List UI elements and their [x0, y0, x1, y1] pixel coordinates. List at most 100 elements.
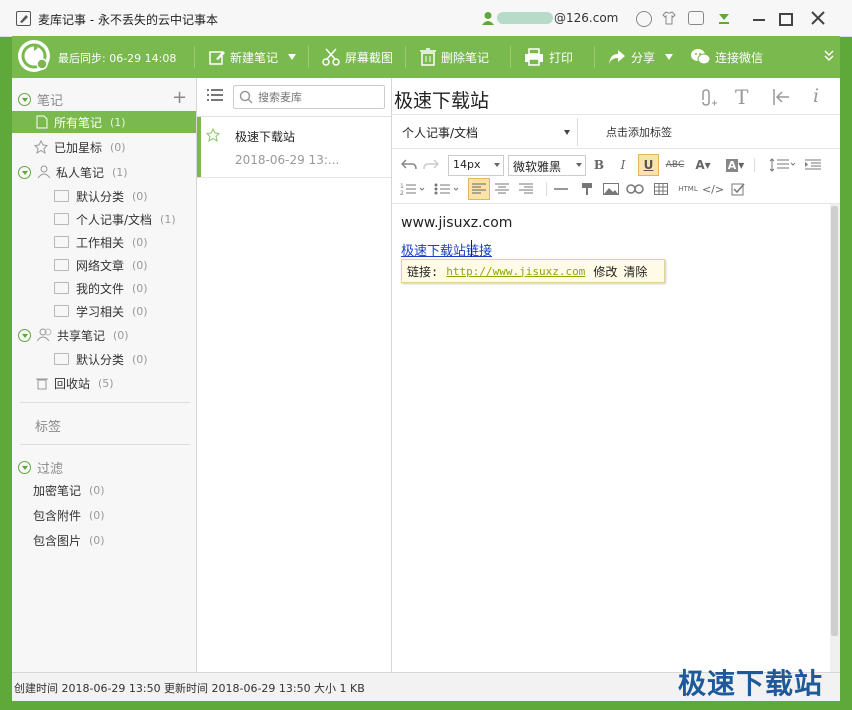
download-icon[interactable]	[717, 12, 731, 26]
print-button[interactable]: 打印	[524, 36, 573, 78]
divider	[20, 402, 190, 403]
editor-pane: 极速下载站 T i 个人记事/文档 点击添加标签 14px 微软雅黑 B I U…	[392, 78, 840, 672]
add-notebook-icon[interactable]: +	[172, 89, 187, 107]
trash-icon	[36, 378, 48, 390]
connect-wechat-button[interactable]: 连接微信	[690, 36, 763, 78]
share-dropdown-icon[interactable]	[665, 54, 673, 60]
folder-icon	[54, 190, 69, 202]
category-select[interactable]: 个人记事/文档	[402, 124, 572, 144]
sidebar: 笔记 + 所有笔记 (1) 已加星标 (0) 私人笔记 (1) 默认分类 (0)…	[12, 78, 197, 672]
divider	[546, 182, 547, 196]
link-popup-url[interactable]: http://www.jisuxz.com	[446, 265, 585, 278]
folder-icon	[54, 305, 69, 317]
new-note-dropdown-icon[interactable]	[288, 54, 296, 60]
shirt-icon[interactable]	[662, 11, 676, 25]
folder-icon	[54, 236, 69, 248]
bullet-list-icon[interactable]	[434, 179, 460, 199]
sidebar-item-private-notes[interactable]: 私人笔记 (1)	[18, 161, 202, 183]
filter-item-images[interactable]: 包含图片 (0)	[33, 529, 217, 551]
list-view-icon[interactable]	[207, 88, 223, 102]
divider	[392, 148, 840, 149]
filter-section-header[interactable]: 过滤	[18, 456, 202, 478]
minimize-icon[interactable]	[753, 19, 765, 21]
code-icon[interactable]: </>	[702, 179, 724, 199]
divider	[392, 114, 840, 115]
scissors-icon	[322, 48, 340, 66]
lock-icon[interactable]	[636, 11, 652, 27]
line-height-icon[interactable]	[768, 155, 796, 175]
redo-icon[interactable]	[422, 155, 440, 175]
ordered-list-icon[interactable]: 12	[400, 179, 426, 199]
underline-icon[interactable]: U	[638, 154, 659, 176]
person-icon	[37, 165, 51, 179]
scrollbar-thumb[interactable]	[831, 206, 838, 636]
svg-text:1: 1	[400, 183, 404, 190]
scrollbar-track[interactable]	[830, 204, 840, 672]
link-edit-button[interactable]: 修改	[593, 263, 617, 280]
text-format-icon[interactable]: T	[735, 85, 748, 109]
close-icon[interactable]	[811, 11, 825, 25]
format-painter-icon[interactable]	[578, 179, 596, 199]
sync-icon[interactable]	[18, 40, 50, 72]
sidebar-item-shared-notes[interactable]: 共享笔记 (0)	[18, 324, 202, 346]
undo-icon[interactable]	[400, 155, 418, 175]
html-icon[interactable]: HTML	[676, 179, 700, 199]
bold-icon[interactable]: B	[590, 155, 608, 175]
title-bar: 麦库记事 - 永不丢失的云中记事本 @126.com	[0, 0, 852, 37]
export-icon[interactable]	[773, 88, 791, 106]
insert-image-icon[interactable]	[602, 179, 620, 199]
tags-section-header[interactable]: 标签	[35, 416, 61, 435]
note-body-text[interactable]: www.jisuxz.com	[401, 215, 512, 231]
link-popup: 链接: http://www.jisuxz.com 修改 清除	[401, 259, 665, 283]
collapse-icon	[18, 328, 31, 342]
note-title-field[interactable]: 极速下载站	[394, 86, 489, 113]
filter-item-attachments[interactable]: 包含附件 (0)	[33, 504, 217, 526]
insert-table-icon[interactable]	[652, 179, 670, 199]
document-icon	[36, 115, 48, 129]
divider	[577, 118, 578, 146]
attachment-icon[interactable]	[698, 88, 717, 106]
horizontal-rule-icon[interactable]	[552, 179, 570, 199]
font-color-icon[interactable]: A▾	[692, 155, 714, 175]
last-sync-label: 最后同步: 06-29 14:08	[58, 52, 177, 65]
italic-icon[interactable]: I	[614, 155, 632, 175]
delete-note-button[interactable]: 删除笔记	[420, 36, 489, 78]
svg-text:2: 2	[400, 190, 404, 196]
sidebar-item-starred[interactable]: 已加星标 (0)	[12, 136, 196, 158]
add-tag-field[interactable]: 点击添加标签	[606, 124, 672, 140]
sidebar-item-trash[interactable]: 回收站 (5)	[12, 372, 196, 394]
star-icon[interactable]	[206, 128, 220, 142]
checkbox-icon[interactable]	[728, 179, 748, 199]
trash-icon	[420, 48, 436, 66]
sidebar-item-all-notes[interactable]: 所有笔记 (1)	[12, 111, 196, 133]
insert-link-icon[interactable]	[626, 179, 644, 199]
message-icon[interactable]	[688, 11, 704, 25]
list-item[interactable]: 极速下载站 2018-06-29 13:...	[197, 117, 391, 178]
note-body-link[interactable]: 极速下载站链接	[401, 240, 492, 259]
link-clear-button[interactable]: 清除	[623, 263, 647, 280]
delete-note-label: 删除笔记	[441, 50, 490, 65]
search-box[interactable]	[233, 85, 385, 109]
maximize-icon[interactable]	[779, 13, 793, 26]
folder-icon	[54, 353, 69, 365]
selected-indicator	[197, 117, 201, 177]
font-size-select[interactable]: 14px	[448, 155, 504, 176]
toolbar-more-icon[interactable]	[824, 50, 834, 62]
filter-item-encrypted[interactable]: 加密笔记 (0)	[33, 479, 217, 501]
align-right-icon[interactable]	[516, 179, 536, 199]
note-list: 极速下载站 2018-06-29 13:...	[197, 78, 392, 672]
account-email[interactable]: @126.com	[554, 11, 618, 25]
indent-icon[interactable]	[804, 155, 822, 175]
highlight-color-icon[interactable]: A ▾	[722, 155, 748, 175]
new-note-button[interactable]: 新建笔记	[209, 36, 278, 78]
share-icon	[609, 50, 625, 64]
font-family-select[interactable]: 微软雅黑	[508, 155, 586, 176]
align-center-icon[interactable]	[492, 179, 512, 199]
strikethrough-icon[interactable]: ABC	[664, 155, 686, 175]
align-left-icon[interactable]	[468, 178, 490, 200]
search-input[interactable]	[256, 88, 380, 106]
printer-icon	[525, 48, 543, 66]
share-button[interactable]: 分享	[608, 36, 655, 78]
info-icon[interactable]: i	[813, 85, 819, 107]
screenshot-button[interactable]: 屏幕截图	[322, 36, 393, 78]
